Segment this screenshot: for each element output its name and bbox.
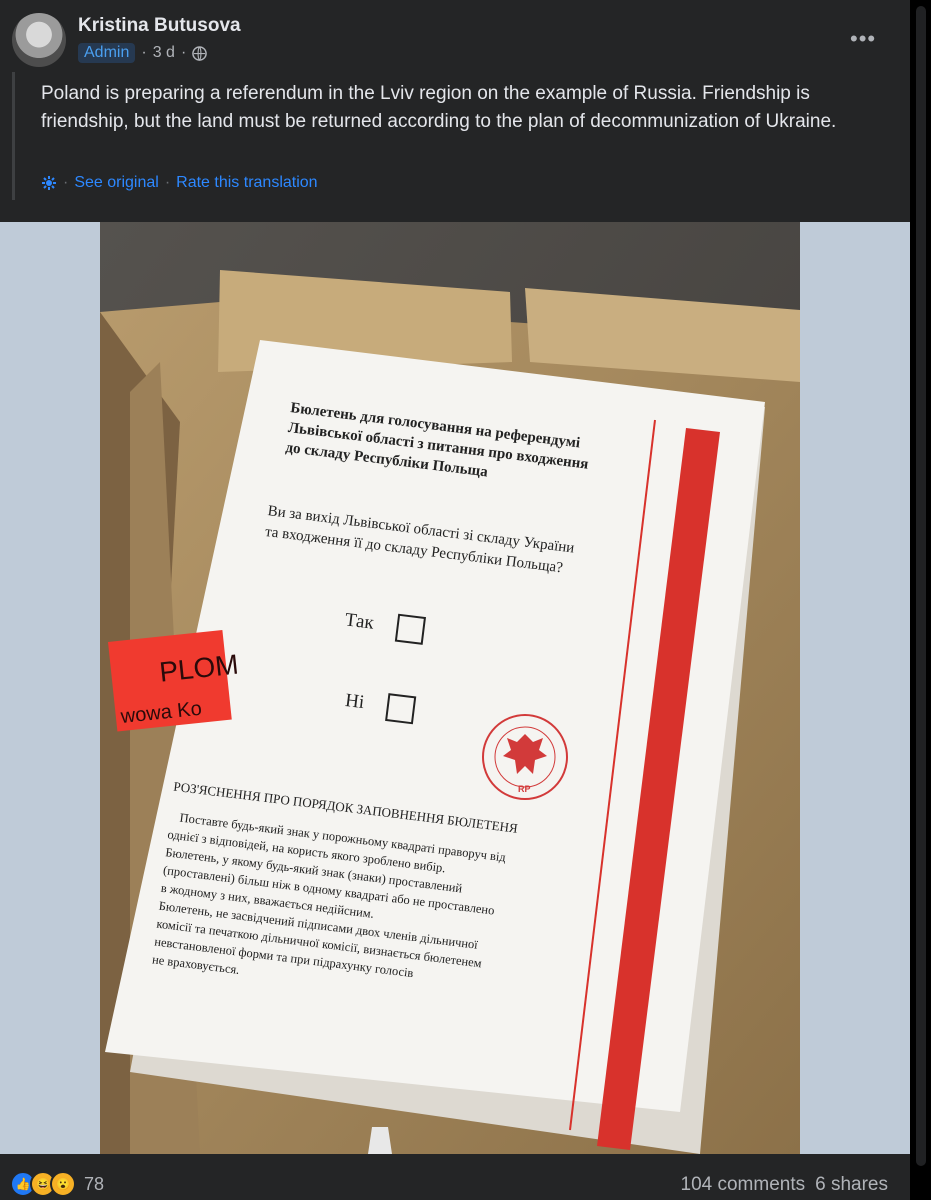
seal-tape: PLOM wowa Ko	[108, 629, 240, 732]
shares-count[interactable]: 6 shares	[815, 1174, 888, 1196]
rate-translation-link[interactable]: Rate this translation	[176, 174, 317, 192]
translation-bar: · See original · Rate this translation	[41, 174, 318, 192]
option-yes-label: Так	[344, 609, 376, 633]
see-original-link[interactable]: See original	[74, 174, 159, 192]
scrollbar[interactable]	[910, 0, 931, 1200]
post-time[interactable]: 3 d	[153, 44, 175, 62]
post-media[interactable]: Бюлетень для голосування на референдумі …	[0, 222, 910, 1154]
post-stats: 104 comments 6 shares	[681, 1174, 889, 1196]
option-no-label: Ні	[344, 690, 365, 713]
post-header: Kristina Butusova Admin · 3 d · •••	[0, 0, 910, 72]
meta-dot: ·	[141, 44, 147, 61]
separator-dot-2: ·	[164, 174, 171, 191]
post-meta: Admin · 3 d ·	[78, 43, 208, 63]
post-text: Poland is preparing a referendum in the …	[41, 83, 837, 132]
translated-text-block: Poland is preparing a referendum in the …	[12, 72, 895, 200]
comments-count[interactable]: 104 comments	[681, 1174, 806, 1196]
globe-icon	[192, 45, 208, 61]
role-badge[interactable]: Admin	[78, 43, 136, 63]
avatar[interactable]	[12, 13, 66, 67]
seal-label: RP	[518, 784, 531, 794]
post-photo[interactable]: Бюлетень для голосування на референдумі …	[100, 222, 800, 1154]
separator-dot: ·	[63, 174, 69, 191]
author-name[interactable]: Kristina Butusova	[78, 15, 241, 37]
meta-dot-2: ·	[180, 44, 187, 61]
reaction-count[interactable]: 78	[84, 1174, 104, 1195]
more-options-icon[interactable]: •••	[850, 26, 876, 52]
gear-icon	[41, 175, 57, 191]
scrollbar-thumb[interactable]	[916, 6, 926, 1166]
reactions-summary[interactable]: 👍 😆 😮 78	[10, 1171, 104, 1197]
wow-reaction-icon: 😮	[50, 1171, 76, 1197]
post-footer: 👍 😆 😮 78 104 comments 6 shares	[0, 1160, 910, 1200]
post-card: Kristina Butusova Admin · 3 d · ••• Pola…	[0, 0, 910, 1200]
